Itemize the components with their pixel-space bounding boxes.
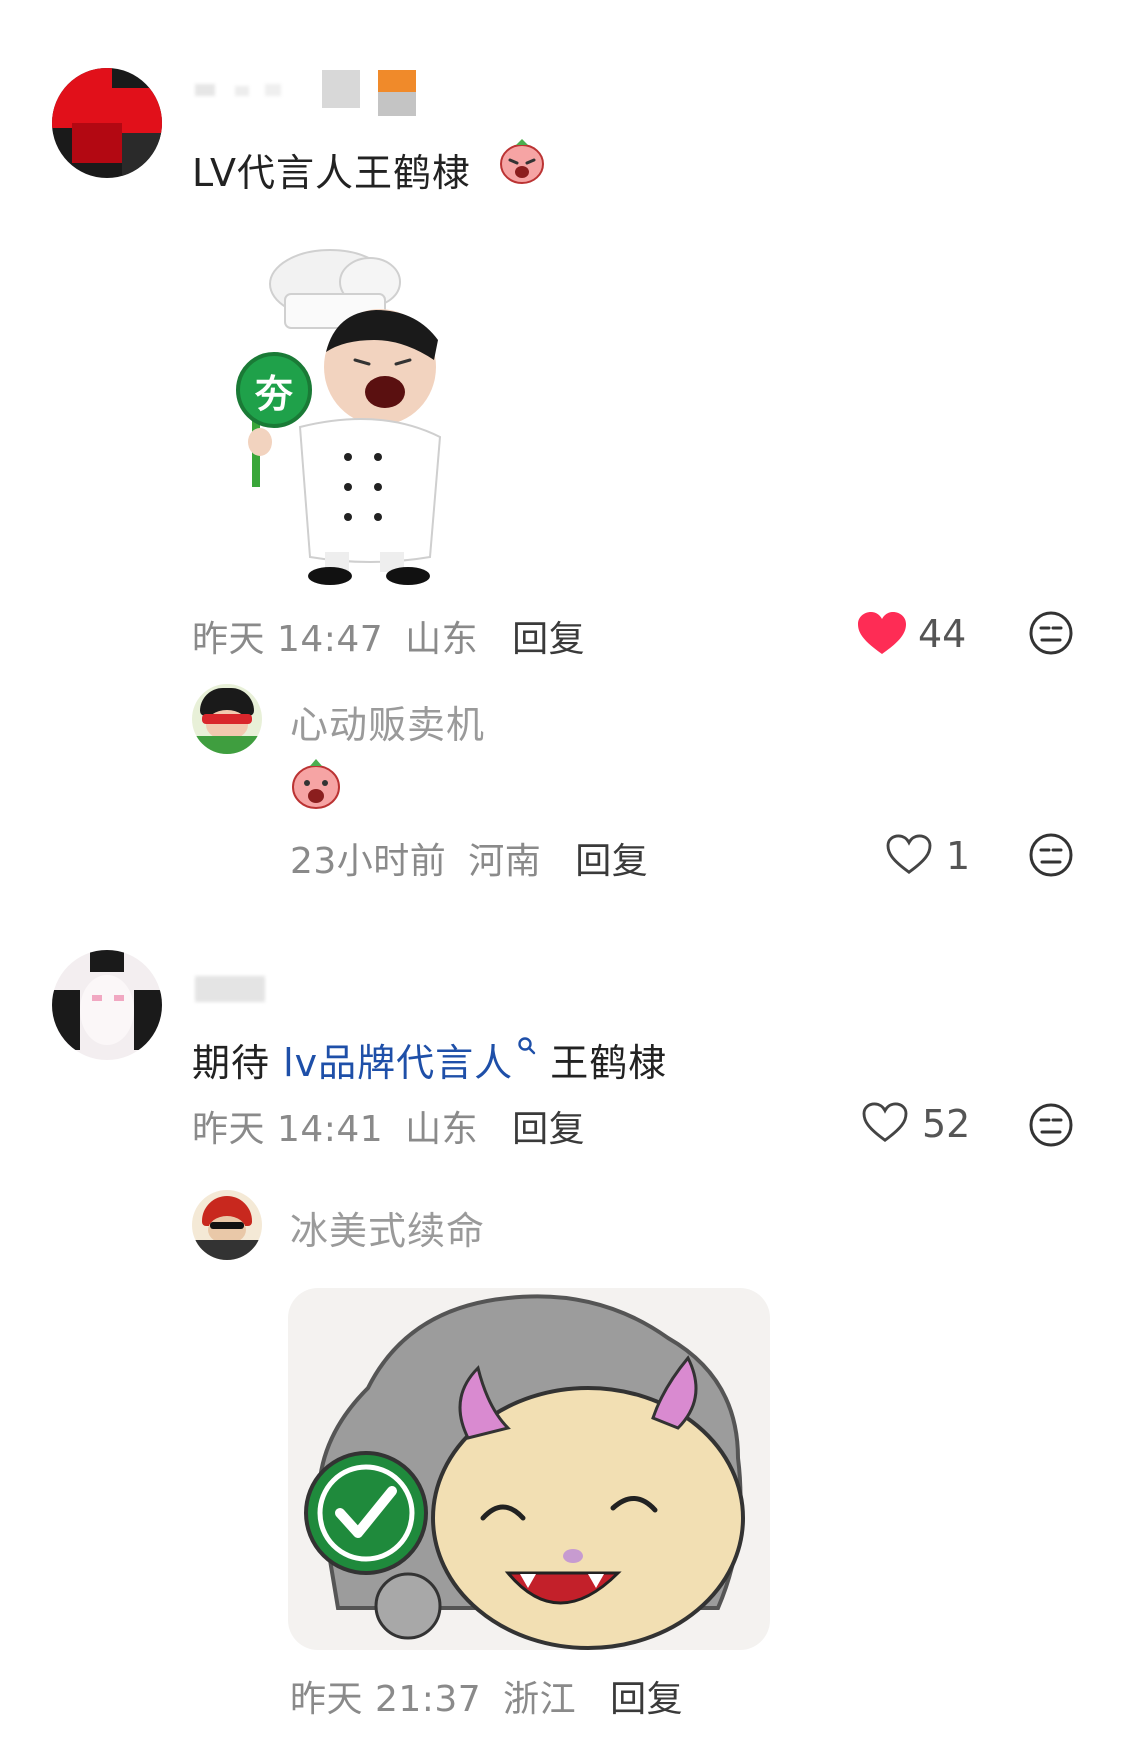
comment-text: 期待 lv品牌代言人 王鹤棣 [192, 1032, 667, 1087]
reply-meta: 23小时前 河南 回复 [290, 832, 648, 884]
reply-button[interactable]: 回复 [512, 619, 585, 660]
comment-text-suffix: 王鹤棣 [537, 1041, 668, 1085]
like-count: 1 [946, 834, 971, 878]
user-badge [322, 70, 360, 108]
like-button[interactable]: 1 [886, 832, 976, 882]
comment-text-prefix: 期待 [192, 1041, 284, 1085]
sticker-image[interactable] [288, 1288, 770, 1650]
comment-time: 昨天 14:47 [192, 619, 384, 660]
search-link[interactable]: lv品牌代言人 [283, 1041, 513, 1085]
reply-button[interactable]: 回复 [610, 1679, 683, 1720]
reply-location: 浙江 [503, 1679, 577, 1720]
sticker-emoji [290, 756, 342, 810]
search-icon[interactable] [517, 1036, 537, 1056]
sign-badge: 夯 [236, 352, 312, 428]
reply-time: 昨天 21:37 [290, 1679, 482, 1720]
like-button[interactable]: 52 [862, 1100, 972, 1150]
emoji-face-icon[interactable] [1028, 610, 1074, 656]
reply-button[interactable]: 回复 [512, 1109, 585, 1150]
comment-location: 山东 [405, 1109, 479, 1150]
heart-filled-icon [858, 612, 906, 654]
heart-outline-icon [886, 834, 932, 874]
reply-time: 23小时前 [290, 841, 447, 882]
emoji-face-icon[interactable] [1028, 832, 1074, 878]
avatar[interactable] [52, 950, 162, 1060]
like-count: 44 [918, 612, 967, 656]
like-count: 52 [922, 1102, 971, 1146]
user-badge [378, 70, 416, 116]
username-redacted [195, 78, 305, 100]
reply-location: 河南 [468, 841, 542, 882]
comment-meta: 昨天 14:41 山东 回复 [192, 1100, 585, 1152]
avatar[interactable] [192, 1190, 262, 1260]
reply-meta: 昨天 21:37 浙江 回复 [290, 1670, 683, 1722]
comment-meta: 昨天 14:47 山东 回复 [192, 610, 585, 662]
sticker-emoji [498, 136, 546, 186]
comment-location: 山东 [405, 619, 479, 660]
like-button[interactable]: 44 [858, 610, 968, 660]
avatar[interactable] [192, 684, 262, 754]
comment-text: LV代言人王鹤棣 [192, 151, 471, 195]
emoji-face-icon[interactable] [1028, 1102, 1074, 1148]
reply-username[interactable]: 心动贩卖机 [290, 694, 485, 749]
reply-username[interactable]: 冰美式续命 [290, 1200, 485, 1255]
comment-time: 昨天 14:41 [192, 1109, 384, 1150]
sign-badge-text: 夯 [254, 371, 293, 416]
reply-button[interactable]: 回复 [575, 841, 648, 882]
username-redacted [195, 972, 275, 1006]
heart-outline-icon [862, 1102, 908, 1142]
avatar[interactable] [52, 68, 162, 178]
